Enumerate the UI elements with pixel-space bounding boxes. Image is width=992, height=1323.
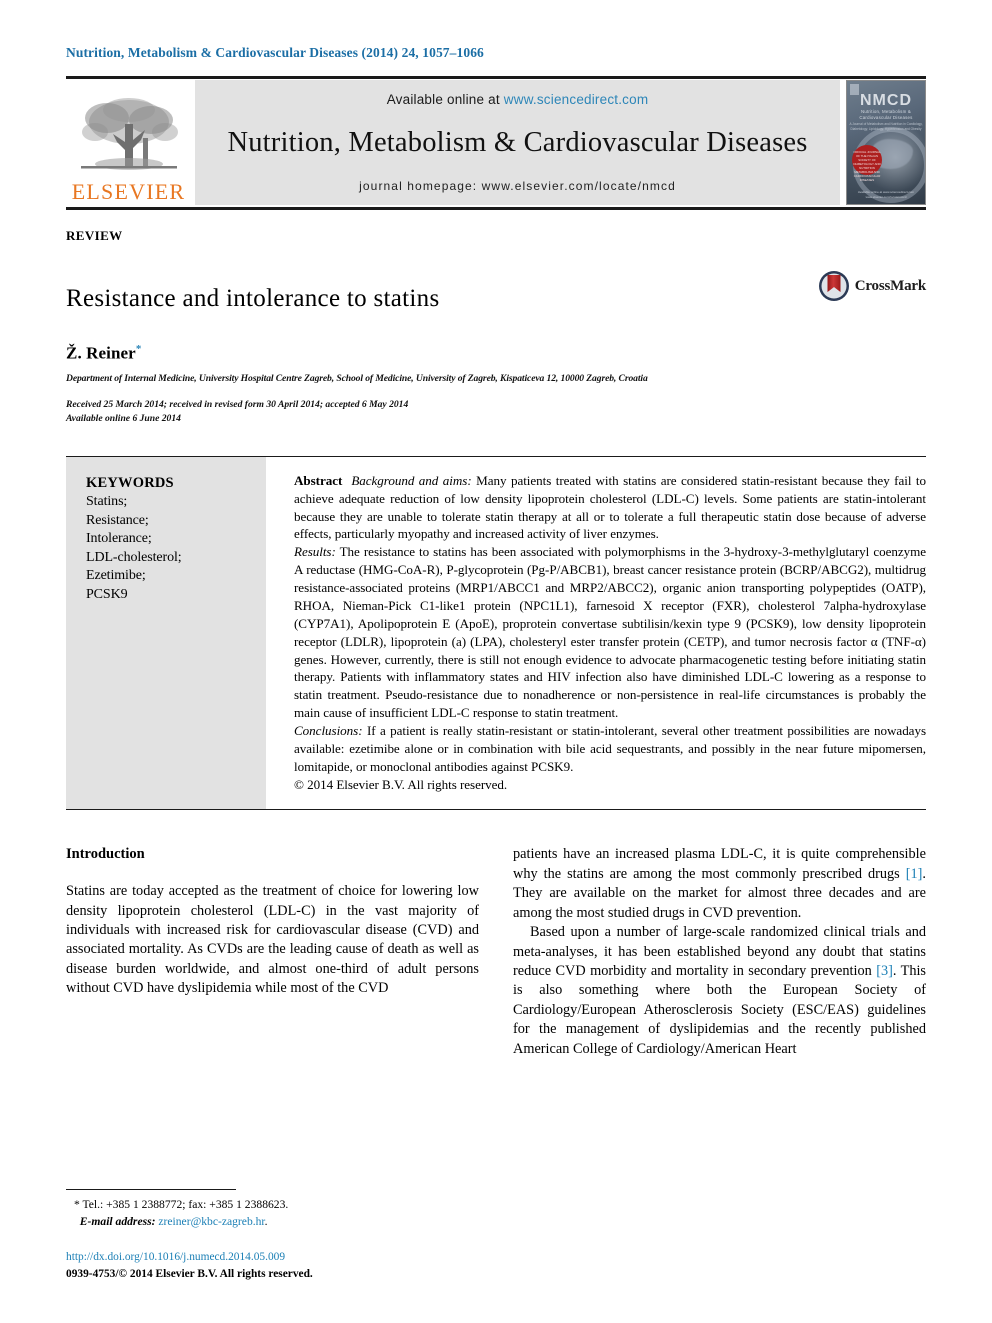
body-column-right: patients have an increased plasma LDL-C,… <box>513 845 926 1059</box>
keyword-item: LDL-cholesterol; <box>86 549 182 565</box>
doi-link[interactable]: http://dx.doi.org/10.1016/j.numecd.2014.… <box>66 1249 313 1266</box>
available-online-line: Available online at www.sciencedirect.co… <box>387 92 649 107</box>
abstract-background-label: Background and aims: <box>351 472 472 488</box>
cover-acronym: NMCD <box>860 92 912 110</box>
issn-copyright-line: 0939-4753/© 2014 Elsevier B.V. All right… <box>66 1267 313 1280</box>
crossmark-label: CrossMark <box>854 277 926 294</box>
abstract-conclusions-label: Conclusions: <box>294 722 363 738</box>
affiliation: Department of Internal Medicine, Univers… <box>66 373 648 385</box>
title-row: Resistance and intolerance to statins Cr… <box>66 268 926 330</box>
article-page: Nutrition, Metabolism & Cardiovascular D… <box>0 0 992 1323</box>
intro-paragraph-right-2: Based upon a number of large-scale rando… <box>513 923 926 1059</box>
abstract-results-label: Results: <box>294 544 336 560</box>
page-title: Resistance and intolerance to statins <box>66 284 440 312</box>
journal-homepage-line[interactable]: journal homepage: www.elsevier.com/locat… <box>359 179 676 193</box>
keyword-item: Intolerance; <box>86 531 152 547</box>
journal-title: Nutrition, Metabolism & Cardiovascular D… <box>227 127 808 159</box>
journal-cover-thumbnail: NMCD Nutrition, Metabolism & Cardiovascu… <box>846 80 926 206</box>
author-name: Ž. Reiner <box>66 344 136 364</box>
keywords-box: KEYWORDS Statins; Resistance; Intoleranc… <box>66 456 266 810</box>
running-head: Nutrition, Metabolism & Cardiovascular D… <box>66 45 484 60</box>
history-received: Received 25 March 2014; received in revi… <box>66 399 409 411</box>
footnote-email-link[interactable]: zreiner@kbc-zagreb.hr <box>158 1215 264 1228</box>
footnote-rule <box>66 1189 236 1191</box>
elsevier-wordmark: ELSEVIER <box>71 179 186 205</box>
citation-ref-3[interactable]: [3] <box>876 963 893 979</box>
keyword-item: Resistance; <box>86 512 149 528</box>
body-columns: Introduction Statins are today accepted … <box>66 845 926 1059</box>
cover-footer: Available online at www.sciencedirect.co… <box>857 190 915 199</box>
masthead-bottom-rule <box>66 207 926 211</box>
correspondence-footnote: * Tel.: +385 1 2388772; fax: +385 1 2388… <box>66 1189 479 1231</box>
article-section-label: REVIEW <box>66 228 123 244</box>
footnote-email-label: E-mail address: <box>79 1215 156 1229</box>
abstract-text: Abstract Background and aims: Many patie… <box>294 457 926 809</box>
abstract-conclusions-paragraph: Conclusions: If a patient is really stat… <box>294 722 926 776</box>
section-heading-introduction: Introduction <box>66 846 145 863</box>
cover-subtitle: Nutrition, Metabolism & Cardiovascular D… <box>859 109 913 121</box>
history-online: Available online 6 June 2014 <box>66 413 181 424</box>
crossmark-icon <box>818 271 849 302</box>
keyword-item: PCSK9 <box>86 586 128 602</box>
elsevier-tree-icon <box>80 98 178 171</box>
abstract-copyright: © 2014 Elsevier B.V. All rights reserved… <box>294 776 508 792</box>
intro-paragraph-left: Statins are today accepted as the treatm… <box>66 883 479 997</box>
available-online-prefix: Available online at <box>386 92 504 108</box>
keyword-item: Statins; <box>86 493 128 509</box>
sciencedirect-link[interactable]: www.sciencedirect.com <box>504 92 649 107</box>
intro-right-2a: Based upon a number of large-scale rando… <box>513 924 926 979</box>
intro-paragraph-right-1: patients have an increased plasma LDL-C,… <box>513 845 926 923</box>
article-history: Received 25 March 2014; received in revi… <box>66 398 926 426</box>
cover-tagline: A Journal of Metabolism and Nutrition in… <box>849 122 923 131</box>
elsevier-logo: ELSEVIER <box>66 80 191 205</box>
journal-banner: Available online at www.sciencedirect.co… <box>195 80 840 206</box>
abstract-results-body: The resistance to statins has been assoc… <box>294 544 926 721</box>
body-column-left: Introduction Statins are today accepted … <box>66 845 479 1059</box>
abstract-block: KEYWORDS Statins; Resistance; Intoleranc… <box>66 455 926 811</box>
cover-badge: OFFICIAL JOURNAL OF THE ITALIAN SOCIETY … <box>852 145 882 182</box>
keywords-heading: KEYWORDS <box>86 474 174 491</box>
journal-masthead: ELSEVIER Available online at www.science… <box>66 76 926 206</box>
colophon: http://dx.doi.org/10.1016/j.numecd.2014.… <box>66 1249 313 1283</box>
keyword-item: Ezetimibe; <box>86 568 146 584</box>
abstract-label: Abstract <box>294 472 343 488</box>
abstract-background-paragraph: Abstract Background and aims: Many patie… <box>294 472 926 543</box>
abstract-conclusions-body: If a patient is really statin-resistant … <box>294 722 926 774</box>
intro-right-1a: patients have an increased plasma LDL-C,… <box>513 846 926 882</box>
abstract-results-paragraph: Results: The resistance to statins has b… <box>294 543 926 722</box>
footnote-email-period: . <box>264 1215 268 1229</box>
citation-ref-1[interactable]: [1] <box>906 866 923 882</box>
author-correspondence-marker[interactable]: * <box>136 343 142 355</box>
crossmark-badge[interactable]: CrossMark <box>818 270 926 302</box>
footnote-tel: * Tel.: +385 1 2388772; fax: +385 1 2388… <box>74 1198 289 1212</box>
footnote-email-line: E-mail address: zreiner@kbc-zagreb.hr. <box>66 1214 479 1231</box>
author-list: Ž. Reiner* <box>66 343 926 364</box>
